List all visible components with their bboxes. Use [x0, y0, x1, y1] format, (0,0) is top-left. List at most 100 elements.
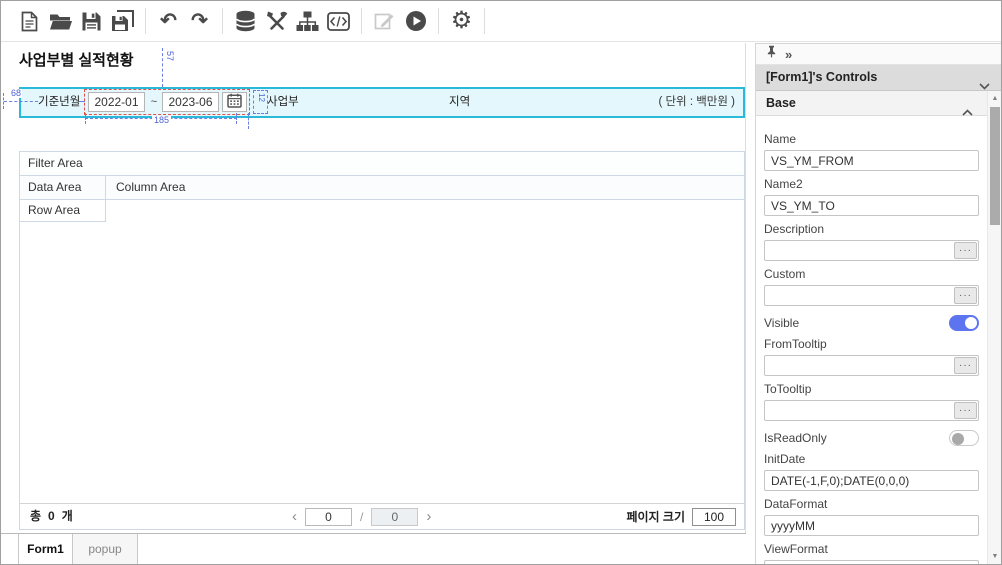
collapse-panel-icon[interactable]: »: [785, 48, 792, 61]
pin-icon[interactable]: [766, 45, 777, 63]
prev-page-button[interactable]: ‹: [292, 509, 297, 524]
prop-input-row-dataformat: [764, 515, 979, 536]
prop-input-row-initdate: [764, 470, 979, 491]
current-page-input[interactable]: [305, 508, 352, 526]
save-all-button[interactable]: [107, 6, 138, 36]
toolbar: ↶↷ ⚙: [1, 1, 1001, 42]
prop-label-name2: Name2: [764, 177, 979, 191]
ellipsis-button-fromtooltip[interactable]: ···: [954, 357, 977, 374]
prop-label-dataformat: DataFormat: [764, 497, 979, 511]
prop-input-name[interactable]: [764, 150, 979, 171]
prop-input-row-totooltip: ···: [764, 400, 979, 421]
new-file-button[interactable]: [14, 6, 45, 36]
canvas-divider: [745, 43, 746, 533]
form-tab-bar: Form1 popup: [1, 533, 746, 564]
toolbar-separator: [361, 8, 362, 34]
toggle-isreadonly[interactable]: [949, 430, 979, 446]
scrollbar-thumb[interactable]: [990, 107, 1000, 225]
toggle-knob: [952, 433, 964, 445]
scroll-up-icon[interactable]: ▲: [988, 91, 1002, 106]
total-pages-input: [371, 508, 418, 526]
panel-scrollbar[interactable]: ▲ ▼: [987, 91, 1002, 564]
pivot-grid: Filter Area Data Area Column Area Row Ar…: [19, 151, 745, 530]
settings-button[interactable]: ⚙: [446, 6, 477, 36]
settings-icon: ⚙: [451, 9, 473, 33]
prop-row-visible: Visible: [764, 315, 979, 331]
open-file-icon: [49, 12, 72, 31]
prop-label-name: Name: [764, 132, 979, 146]
toolbar-separator: [438, 8, 439, 34]
data-area-cell[interactable]: Data Area: [20, 176, 106, 199]
tab-popup[interactable]: popup: [73, 534, 138, 564]
ellipsis-button-description[interactable]: ···: [954, 242, 977, 259]
filter-area-label: Filter Area: [28, 156, 83, 170]
sitemap-icon: [296, 11, 319, 32]
prop-input-row-fromtooltip: ···: [764, 355, 979, 376]
prop-input-row-viewformat: [764, 560, 979, 564]
total-unit-label: 개: [62, 509, 73, 523]
guide-left-offset-label: 68: [10, 89, 22, 98]
undo-button[interactable]: ↶: [153, 6, 184, 36]
prop-input-dataformat[interactable]: [764, 515, 979, 536]
page-size-input[interactable]: [692, 508, 736, 526]
toggle-knob: [965, 317, 977, 329]
controls-header-label: [Form1]'s Controls: [766, 70, 877, 84]
scroll-down-icon[interactable]: ▼: [988, 549, 1002, 564]
section-base-header[interactable]: Base: [756, 91, 987, 116]
column-area-cell[interactable]: Column Area: [106, 176, 744, 199]
open-file-button[interactable]: [45, 6, 76, 36]
prop-input-description[interactable]: [764, 240, 979, 261]
guide-top-offset-label: 57: [165, 51, 174, 61]
toggle-visible[interactable]: [949, 315, 979, 331]
prop-input-initdate[interactable]: [764, 470, 979, 491]
row-area-cell[interactable]: Row Area: [20, 200, 106, 222]
prop-label-visible: Visible: [764, 316, 799, 330]
page-size-label: 페이지 크기: [626, 508, 685, 525]
controls-header[interactable]: [Form1]'s Controls: [756, 65, 1002, 91]
prop-input-fromtooltip[interactable]: [764, 355, 979, 376]
next-page-button[interactable]: ›: [426, 509, 431, 524]
guide-tick: [236, 113, 237, 124]
page-title: 사업부별 실적현황: [19, 49, 134, 70]
save-button[interactable]: [76, 6, 107, 36]
toolbar-separator: [222, 8, 223, 34]
ellipsis-button-totooltip[interactable]: ···: [954, 402, 977, 419]
selection-outline-blue: 12: [253, 90, 268, 114]
redo-button[interactable]: ↷: [184, 6, 215, 36]
database-button[interactable]: [230, 6, 261, 36]
sitemap-button[interactable]: [292, 6, 323, 36]
page-size-control: 페이지 크기: [626, 504, 736, 529]
pagination: ‹ / ›: [292, 504, 431, 529]
edit-button: [369, 6, 400, 36]
tools-button[interactable]: [261, 6, 292, 36]
new-file-icon: [20, 11, 39, 32]
grid-header-row: Data Area Column Area: [20, 176, 744, 200]
guide-line: [79, 101, 85, 102]
prop-label-fromtooltip: FromTooltip: [764, 337, 979, 351]
grid-footer: 총0개 ‹ / › 페이지 크기: [20, 503, 744, 529]
prop-label-initdate: InitDate: [764, 452, 979, 466]
total-label: 총: [30, 509, 41, 523]
section-base-label: Base: [766, 96, 796, 110]
guide-tick: [248, 113, 249, 129]
prop-input-name2[interactable]: [764, 195, 979, 216]
guide-width-label: 185: [152, 116, 171, 125]
selection-outline-red: [84, 89, 250, 115]
filter-area-cell[interactable]: Filter Area: [20, 152, 744, 176]
tab-form1[interactable]: Form1: [18, 534, 73, 564]
period-label: 기준년월: [36, 89, 82, 116]
prop-input-viewformat[interactable]: [764, 560, 979, 564]
prop-label-viewformat: ViewFormat: [764, 542, 979, 556]
prop-input-custom[interactable]: [764, 285, 979, 306]
guide-right-gap-label: 12: [257, 93, 265, 102]
prop-label-custom: Custom: [764, 267, 979, 281]
run-button[interactable]: [400, 6, 431, 36]
run-icon: [405, 10, 427, 32]
prop-input-totooltip[interactable]: [764, 400, 979, 421]
ellipsis-button-custom[interactable]: ···: [954, 287, 977, 304]
code-button[interactable]: [323, 6, 354, 36]
prop-label-description: Description: [764, 222, 979, 236]
region-label: 지역: [449, 89, 470, 116]
data-area-label: Data Area: [28, 180, 81, 194]
edit-icon: [374, 11, 395, 32]
